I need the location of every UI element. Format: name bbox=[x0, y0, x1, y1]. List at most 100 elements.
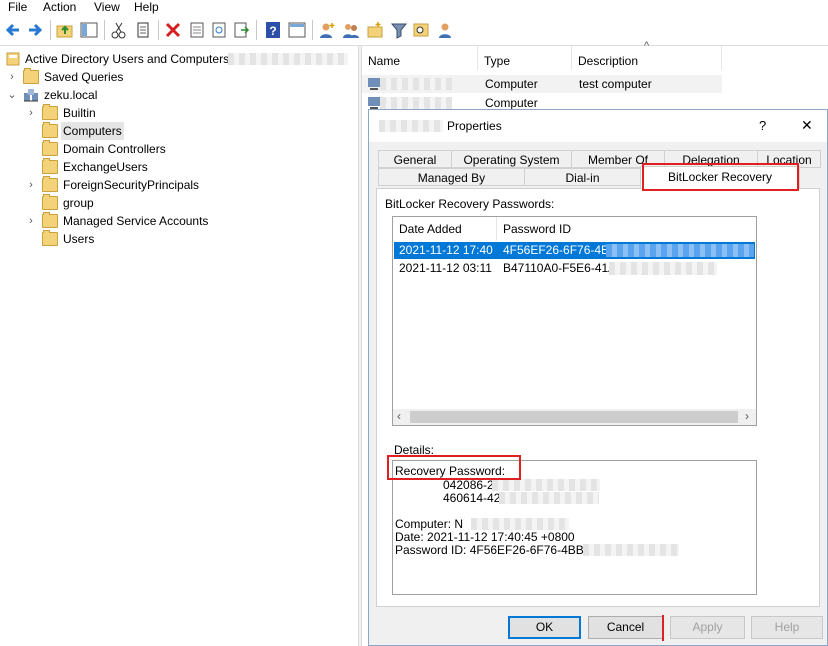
menu-help[interactable]: Help bbox=[134, 0, 159, 14]
list-cell-description: test computer bbox=[579, 77, 652, 91]
bitlocker-recovery-page: BitLocker Recovery Passwords: Date Added… bbox=[376, 188, 820, 607]
highlight-box bbox=[642, 163, 799, 191]
redacted-text bbox=[606, 244, 754, 257]
redacted-text bbox=[379, 120, 443, 132]
list-cell-type: Computer bbox=[485, 96, 538, 110]
column-header-type[interactable]: Type bbox=[478, 46, 572, 70]
column-header-name[interactable]: Name bbox=[362, 46, 478, 70]
console-tree: Active Directory Users and Computers › S… bbox=[0, 46, 358, 646]
redacted-text bbox=[583, 544, 679, 556]
filter-icon[interactable] bbox=[390, 21, 408, 39]
tree-item-label: Domain Controllers bbox=[63, 142, 166, 156]
recovery-passwords-label: BitLocker Recovery Passwords: bbox=[385, 197, 555, 211]
tree-item-label: Managed Service Accounts bbox=[63, 214, 209, 228]
recovery-password-line-2: 460614-42 bbox=[443, 491, 501, 505]
cancel-button[interactable]: Cancel bbox=[588, 616, 663, 639]
toolbar: ? bbox=[0, 17, 828, 45]
help-icon[interactable]: ? bbox=[264, 21, 282, 39]
scrollbar-thumb[interactable] bbox=[410, 411, 738, 423]
new-ou-icon[interactable] bbox=[366, 21, 384, 39]
redacted-text bbox=[380, 78, 452, 90]
details-password-id: Password ID: 4F56EF26-6F76-4BB9-B bbox=[395, 543, 603, 557]
chevron-right-icon[interactable]: › bbox=[26, 104, 36, 122]
menu-view[interactable]: View bbox=[94, 0, 120, 14]
computer-icon bbox=[368, 97, 380, 109]
list-row[interactable]: Computer test computer bbox=[362, 75, 722, 93]
redacted-text bbox=[380, 97, 452, 109]
column-header-date-added[interactable]: Date Added bbox=[393, 217, 497, 241]
tree-item-label: zeku.local bbox=[44, 88, 98, 102]
scroll-right-icon[interactable]: › bbox=[745, 409, 749, 423]
forward-arrow-icon[interactable] bbox=[26, 21, 44, 39]
dialog-title-bar[interactable]: Properties ? ✕ bbox=[369, 110, 827, 142]
tab-managed-by[interactable]: Managed By bbox=[378, 168, 525, 186]
tree-root-label: Active Directory Users and Computers bbox=[25, 52, 230, 66]
computer-icon bbox=[368, 78, 380, 90]
chevron-right-icon[interactable]: › bbox=[26, 176, 36, 194]
aduc-console-icon bbox=[6, 52, 20, 66]
domain-icon bbox=[24, 89, 38, 102]
menu-file[interactable]: File bbox=[8, 0, 27, 14]
cell-password-id: B47110A0-F5E6-41A3 bbox=[503, 261, 623, 275]
tab-dial-in[interactable]: Dial-in bbox=[524, 168, 641, 186]
details-box[interactable]: Recovery Password: 042086-2 460614-42 Co… bbox=[392, 460, 757, 595]
new-group-icon[interactable] bbox=[342, 21, 360, 39]
properties-icon[interactable] bbox=[188, 21, 206, 39]
apply-button[interactable]: Apply bbox=[670, 616, 745, 639]
details-date: Date: 2021-11-12 17:40:45 +0800 bbox=[395, 530, 575, 544]
highlight-box bbox=[387, 455, 521, 480]
show-hide-tree-icon[interactable] bbox=[80, 21, 98, 39]
cell-date-added: 2021-11-12 17:40 bbox=[399, 243, 493, 257]
cell-date-added: 2021-11-12 03:11 bbox=[399, 261, 492, 275]
folder-icon bbox=[42, 122, 58, 138]
column-header-password-id[interactable]: Password ID bbox=[497, 217, 756, 241]
tab-general[interactable]: General bbox=[378, 150, 452, 168]
chevron-right-icon[interactable]: › bbox=[7, 68, 17, 86]
export-list-icon[interactable] bbox=[232, 21, 250, 39]
properties-dialog: Properties ? ✕ General Operating System … bbox=[368, 109, 828, 646]
menu-action[interactable]: Action bbox=[43, 0, 76, 14]
folder-icon bbox=[42, 230, 58, 246]
tree-item-label: Saved Queries bbox=[44, 70, 124, 84]
folder-icon bbox=[42, 212, 58, 228]
tree-item-label: Computers bbox=[61, 122, 124, 140]
horizontal-scrollbar[interactable]: ‹ › bbox=[393, 409, 756, 425]
console-icon[interactable] bbox=[288, 21, 306, 39]
table-row[interactable]: 2021-11-12 17:40 4F56EF26-6F76-4BB9 bbox=[394, 242, 755, 259]
new-user-icon[interactable] bbox=[318, 21, 336, 39]
ou-folder-icon bbox=[42, 194, 58, 210]
help-button[interactable]: Help bbox=[751, 616, 823, 639]
find-icon[interactable] bbox=[412, 21, 430, 39]
redacted-text bbox=[492, 479, 600, 491]
cut-icon[interactable] bbox=[110, 21, 128, 39]
dialog-help-button[interactable]: ? bbox=[759, 118, 766, 133]
tree-item-label: ExchangeUsers bbox=[63, 160, 148, 174]
refresh-icon[interactable] bbox=[210, 21, 228, 39]
copy-icon[interactable] bbox=[134, 21, 152, 39]
details-computer: Computer: N bbox=[395, 517, 464, 531]
ou-folder-icon bbox=[42, 158, 58, 174]
chevron-right-icon[interactable]: › bbox=[26, 212, 36, 230]
table-row[interactable]: 2021-11-12 03:11 B47110A0-F5E6-41A3 bbox=[394, 260, 755, 277]
redacted-text bbox=[499, 492, 599, 504]
tree-item-label: Builtin bbox=[63, 106, 96, 120]
tree-item-label: ForeignSecurityPrincipals bbox=[63, 178, 200, 192]
menu-bar: File Action View Help bbox=[0, 0, 828, 15]
tab-operating-system[interactable]: Operating System bbox=[451, 150, 572, 168]
scroll-left-icon[interactable]: ‹ bbox=[397, 409, 401, 423]
chevron-down-icon[interactable]: ⌄ bbox=[7, 86, 17, 104]
recovery-passwords-table[interactable]: Date Added Password ID 2021-11-12 17:40 … bbox=[392, 216, 757, 426]
highlight-box bbox=[658, 615, 664, 641]
sort-arrow-icon: ^ bbox=[644, 40, 650, 52]
add-to-group-icon[interactable] bbox=[436, 21, 454, 39]
dialog-close-button[interactable]: ✕ bbox=[801, 117, 813, 134]
up-folder-icon[interactable] bbox=[56, 21, 74, 39]
delete-icon[interactable] bbox=[164, 21, 182, 39]
folder-icon bbox=[42, 104, 58, 120]
ou-folder-icon bbox=[42, 140, 58, 156]
recovery-password-line-1: 042086-2 bbox=[443, 478, 494, 492]
redacted-text bbox=[228, 53, 348, 65]
ok-button[interactable]: OK bbox=[508, 616, 581, 639]
redacted-text bbox=[471, 518, 569, 530]
back-arrow-icon[interactable] bbox=[4, 21, 22, 39]
